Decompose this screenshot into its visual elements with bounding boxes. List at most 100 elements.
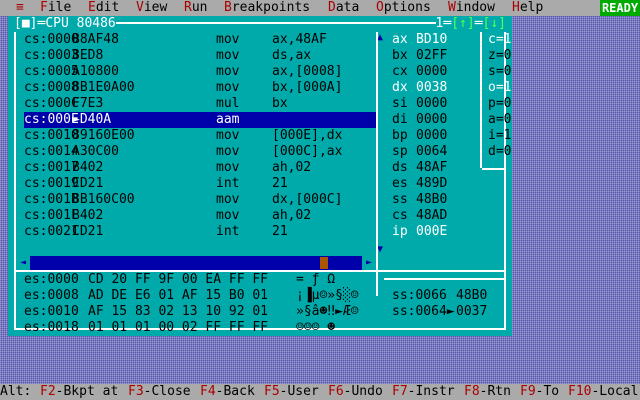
- hint-user[interactable]: F5-User: [264, 384, 319, 400]
- code-operands: bx,[000A]: [272, 80, 343, 95]
- code-address: cs:001F: [24, 208, 79, 223]
- code-address: cs:0005: [24, 64, 79, 79]
- menu-bar: ≡ File Edit View Run Breakpoints Data Op…: [0, 0, 640, 16]
- menu-view[interactable]: View: [136, 0, 167, 16]
- register-name: cs: [392, 208, 408, 223]
- code-row[interactable]: cs:0019 CD21 int 21: [24, 176, 376, 192]
- code-operands: 21: [272, 224, 288, 239]
- status-bar: Alt: F2-Bkpt at F3-Close F4-Back F5-User…: [0, 384, 640, 400]
- code-address: cs:0019: [24, 176, 79, 191]
- menu-run[interactable]: Run: [184, 0, 207, 16]
- flag-row[interactable]: s=0: [488, 64, 511, 80]
- code-address: cs:0000: [24, 32, 79, 47]
- code-horizontal-scrollbar[interactable]: ◄ ►: [16, 256, 376, 270]
- zoom-box-icon[interactable]: [↑]: [451, 16, 474, 31]
- close-box-icon[interactable]: [■]: [14, 16, 37, 31]
- menu-edit[interactable]: Edit: [88, 0, 119, 16]
- code-address: cs:000E: [24, 112, 79, 127]
- flag-row[interactable]: p=0: [488, 96, 511, 112]
- menu-file[interactable]: File: [40, 0, 71, 16]
- flag-row[interactable]: d=0: [488, 144, 511, 160]
- dump-ascii: ¡▐µ☺»§░☺: [296, 288, 359, 303]
- flags-pane[interactable]: c=1 z=0 s=0 o=1 p=0 a=0 i=1 d=0: [488, 32, 512, 168]
- code-row[interactable]: cs:001F B402 mov ah,02: [24, 208, 376, 224]
- flag-row[interactable]: i=1: [488, 128, 511, 144]
- scroll-left-arrow-icon[interactable]: ◄: [16, 256, 30, 270]
- hint-breakpoint-at[interactable]: F2-Bkpt at: [40, 384, 118, 400]
- dump-bytes: 01 01 01 00 02 FF FF FF: [88, 320, 269, 335]
- code-row[interactable]: cs:0021 CD21 int 21: [24, 224, 376, 240]
- code-bytes: B402: [72, 208, 104, 223]
- code-mnemonic: mov: [216, 80, 240, 95]
- stack-value: 48B0: [456, 288, 488, 303]
- code-row[interactable]: cs:0010 89160E00 mov [000E],dx: [24, 128, 376, 144]
- code-row[interactable]: cs:0014 A30C00 mov [000C],ax: [24, 144, 376, 160]
- register-name: bp: [392, 128, 408, 143]
- code-mnemonic: mov: [216, 48, 240, 63]
- code-address: cs:0017: [24, 160, 79, 175]
- code-mnemonic: int: [216, 176, 240, 191]
- memory-dump-pane[interactable]: es:0000 CD 20 FF 9F 00 EA FF FF = ƒ Ω es:0…: [24, 272, 376, 336]
- menu-help[interactable]: Help: [512, 0, 543, 16]
- code-bytes: B402: [72, 160, 104, 175]
- title-left: [■]═CPU 80486: [14, 16, 116, 32]
- window-title: CPU 80486: [45, 16, 116, 31]
- menu-options[interactable]: Options: [376, 0, 431, 16]
- code-mnemonic: mul: [216, 96, 240, 111]
- code-mnemonic: aam: [216, 112, 240, 127]
- hint-rtn[interactable]: F8-Rtn: [464, 384, 511, 400]
- code-row[interactable]: cs:001B 8B160C00 mov dx,[000C]: [24, 192, 376, 208]
- register-name: ax: [392, 32, 408, 47]
- register-value: 0000: [416, 96, 448, 111]
- disassembly-pane[interactable]: cs:0000 B8AF48 mov ax,48AF cs:0003 8ED8 mov ds…: [24, 32, 376, 256]
- code-address: cs:0008: [24, 80, 79, 95]
- register-value: 0000: [416, 112, 448, 127]
- hint-local[interactable]: F10-Local: [568, 384, 638, 400]
- register-name: sp: [392, 144, 408, 159]
- code-address: cs:0014: [24, 144, 79, 159]
- code-bytes: F7E3: [72, 96, 104, 111]
- menu-breakpoints[interactable]: Breakpoints: [224, 0, 310, 16]
- hint-undo[interactable]: F6-Undo: [328, 384, 383, 400]
- register-name: bx: [392, 48, 408, 63]
- flag-row[interactable]: a=0: [488, 112, 511, 128]
- flag-row[interactable]: c=1: [488, 32, 511, 48]
- code-operands: dx,[000C]: [272, 192, 343, 207]
- code-row[interactable]: cs:0017 B402 mov ah,02: [24, 160, 376, 176]
- hint-back[interactable]: F4-Back: [200, 384, 255, 400]
- dump-address: es:0008: [24, 288, 79, 303]
- code-row[interactable]: cs:0005 A10800 mov ax,[0008]: [24, 64, 376, 80]
- stack-pane[interactable]: ss:0066 48B0 ss:0064► 0037: [392, 280, 504, 328]
- code-operands: bx: [272, 96, 288, 111]
- code-row[interactable]: cs:0000 B8AF48 mov ax,48AF: [24, 32, 376, 48]
- code-row[interactable]: cs:0003 8ED8 mov ds,ax: [24, 48, 376, 64]
- hint-close[interactable]: F3-Close: [128, 384, 191, 400]
- scroll-thumb[interactable]: [320, 257, 328, 269]
- code-row[interactable]: cs:000C F7E3 mul bx: [24, 96, 376, 112]
- code-row[interactable]: cs:0008 8B1E0A00 mov bx,[000A]: [24, 80, 376, 96]
- resize-box-icon[interactable]: [↓]: [483, 16, 506, 31]
- code-mnemonic: mov: [216, 160, 240, 175]
- code-bytes: 8B160C00: [72, 192, 135, 207]
- system-menu-icon[interactable]: ≡: [16, 0, 24, 16]
- hint-to[interactable]: F9-To: [520, 384, 559, 400]
- code-bytes: ►D40A: [72, 112, 112, 127]
- code-bytes: CD21: [72, 224, 104, 239]
- window-title-bar[interactable]: [■]═CPU 80486 1═[↑]═[↓]: [8, 16, 512, 32]
- registers-pane[interactable]: ax BD10 bx 02FF cx 0000 dx 0038 si 0000 di 000…: [392, 32, 472, 256]
- code-operands: ah,02: [272, 208, 312, 223]
- flag-row[interactable]: z=0: [488, 48, 511, 64]
- register-value: 0064: [416, 144, 448, 159]
- code-mnemonic: mov: [216, 192, 240, 207]
- hint-instr[interactable]: F7-Instr: [392, 384, 455, 400]
- code-row-current[interactable]: cs:000E ►D40A aam: [24, 112, 376, 128]
- register-name: es: [392, 176, 408, 191]
- register-value: 000E: [416, 224, 448, 239]
- code-operands: ax,48AF: [272, 32, 327, 47]
- register-value: 48B0: [416, 192, 448, 207]
- menu-window[interactable]: Window: [448, 0, 495, 16]
- menu-data[interactable]: Data: [328, 0, 359, 16]
- flag-row[interactable]: o=1: [488, 80, 511, 96]
- scroll-right-arrow-icon[interactable]: ►: [362, 256, 376, 270]
- code-address: cs:001B: [24, 192, 79, 207]
